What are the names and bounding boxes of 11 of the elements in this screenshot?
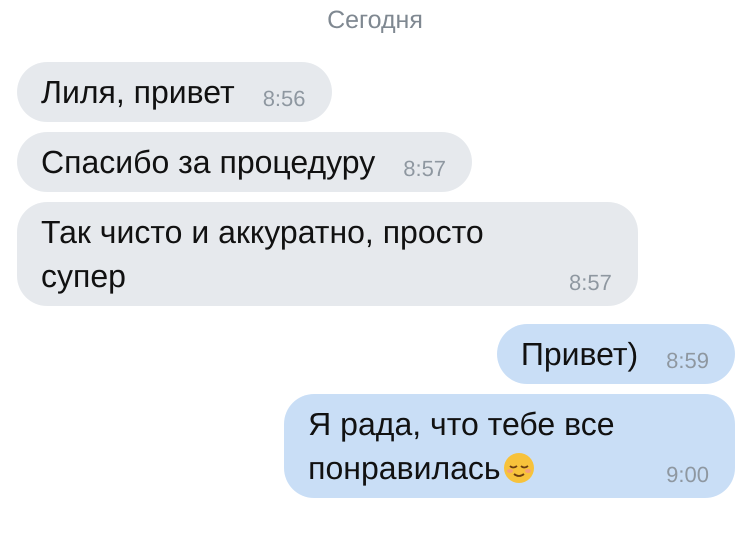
date-separator: Сегодня [326, 5, 424, 36]
message-time: 8:57 [403, 155, 446, 183]
message-time: 9:00 [666, 461, 709, 489]
message-time: 8:56 [262, 85, 306, 113]
message-text: Привет) [520, 335, 638, 374]
message-text: Так чисто и аккуратно, просто супер [41, 213, 485, 296]
message-text: Я рада, что тебе все понравилась [308, 405, 616, 488]
message-time: 8:59 [666, 347, 709, 375]
message-time: 8:57 [569, 269, 612, 297]
message-text: Лиля, привет [41, 73, 235, 112]
message-text: Спасибо за процедуру [41, 143, 376, 182]
